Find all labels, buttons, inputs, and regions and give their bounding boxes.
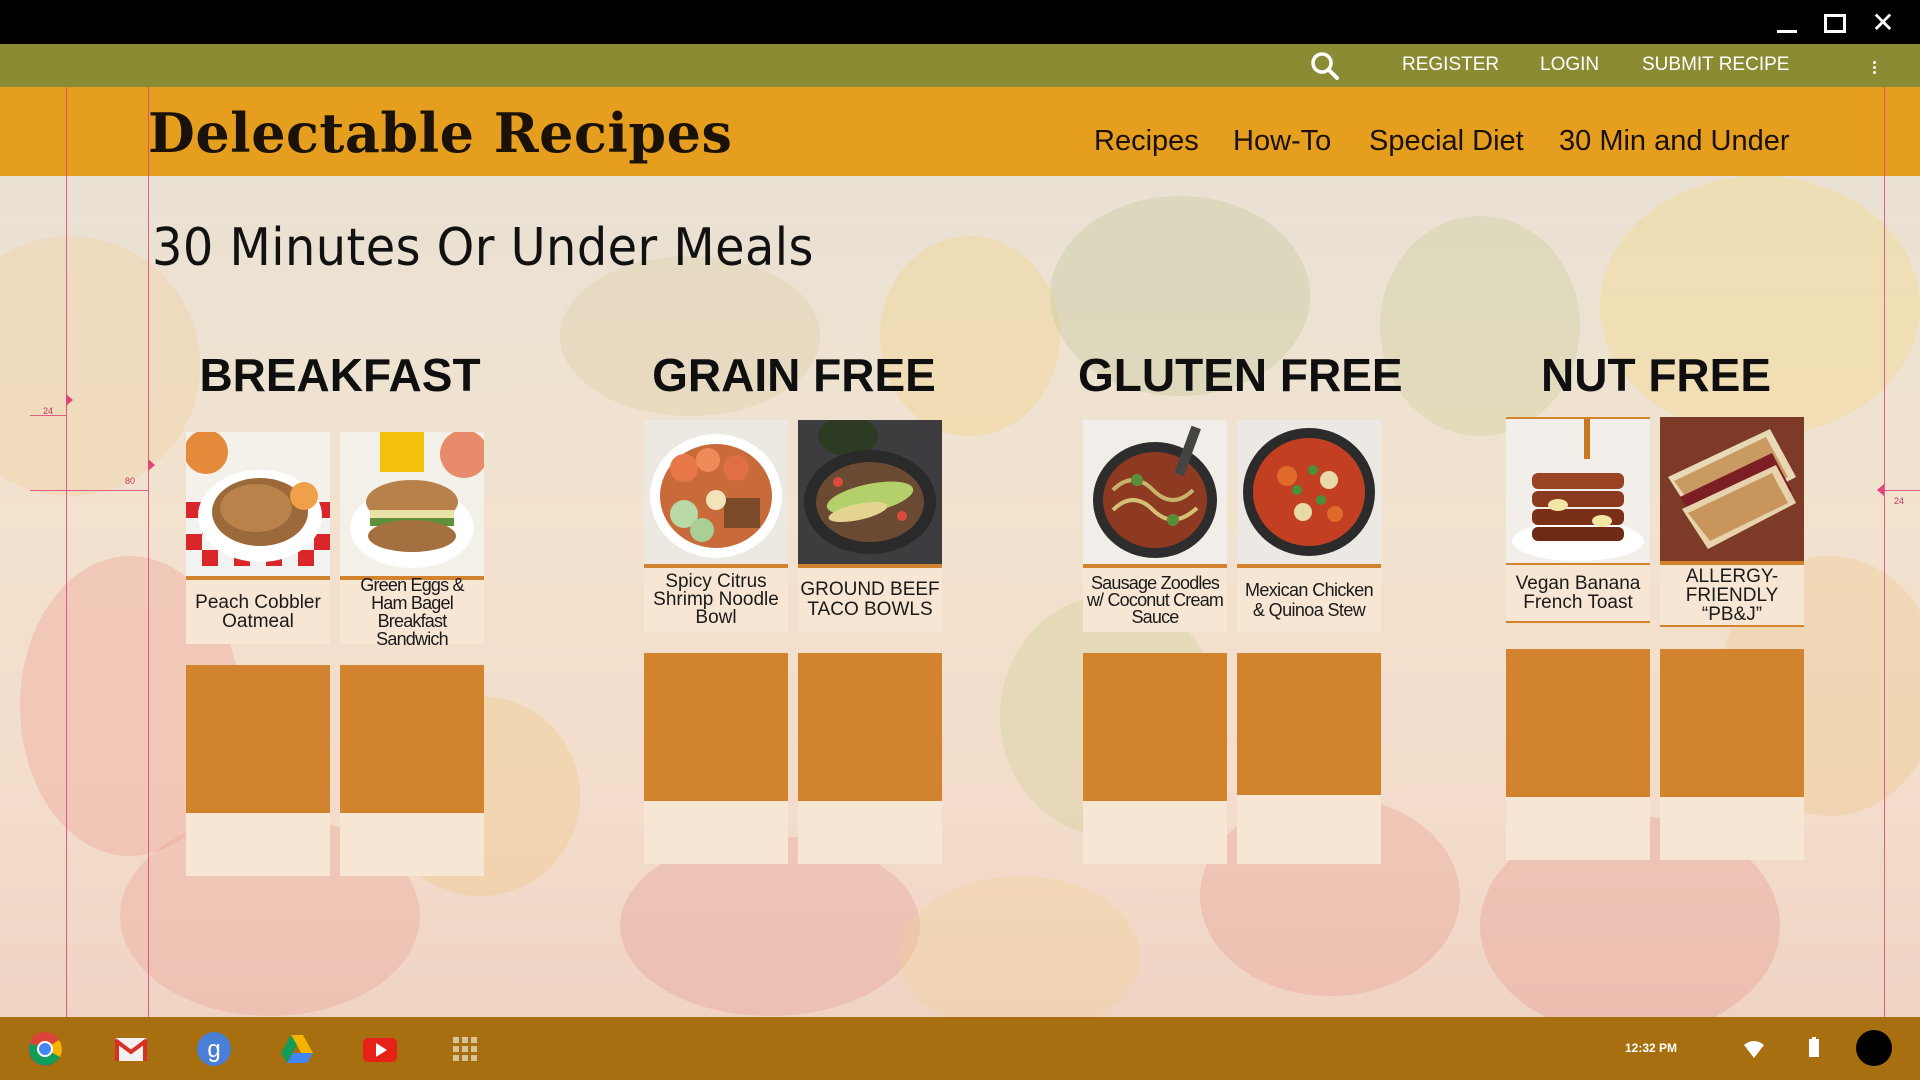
recipe-card[interactable]: Sausage Zoodles w/ Coconut Cream Sauce — [1083, 420, 1227, 632]
recipe-placeholder-image — [798, 653, 942, 801]
google-search-icon[interactable]: g — [196, 1031, 232, 1067]
recipe-image — [186, 432, 330, 580]
recipe-card[interactable]: GROUND BEEF TACO BOWLS — [798, 420, 942, 632]
recipe-label: Peach Cobbler Oatmeal — [186, 580, 330, 644]
guide-label: 24 — [1894, 496, 1905, 506]
window-titlebar: ✕ — [0, 0, 1920, 44]
recipe-placeholder-label — [1083, 801, 1227, 864]
more-vert-icon[interactable] — [1869, 56, 1879, 78]
recipe-placeholder-label — [798, 801, 942, 864]
recipe-placeholder-label — [644, 801, 788, 864]
guide-line — [30, 490, 148, 491]
page-title: 30 Minutes Or Under Meals — [152, 218, 814, 278]
nav-how-to[interactable]: How-To — [1233, 125, 1331, 158]
recipe-image — [1506, 417, 1650, 567]
category-heading-nut-free: NUT FREE — [1541, 349, 1771, 401]
recipe-card[interactable]: Mexican Chicken & Quinoa Stew — [1237, 420, 1381, 632]
utility-bar: REGISTER LOGIN SUBMIT RECIPE — [0, 44, 1920, 87]
submit-recipe-link[interactable]: SUBMIT RECIPE — [1642, 54, 1789, 76]
recipe-placeholder-label — [340, 813, 484, 876]
recipe-card[interactable]: Green Eggs & Ham Bagel Breakfast Sandwic… — [340, 432, 484, 648]
recipe-placeholder-label — [186, 813, 330, 876]
battery-icon[interactable] — [1809, 1037, 1819, 1057]
recipe-placeholder-label — [1660, 797, 1804, 860]
recipe-image — [1083, 420, 1227, 568]
guide-arrow — [66, 394, 73, 406]
guide-line — [1884, 490, 1920, 491]
recipe-label: Spicy Citrus Shrimp Noodle Bowl — [644, 568, 788, 632]
minimize-icon[interactable] — [1772, 8, 1802, 38]
recipe-card[interactable]: Spicy Citrus Shrimp Noodle Bowl — [644, 420, 788, 632]
recipe-placeholder-image — [186, 665, 330, 813]
login-link[interactable]: LOGIN — [1540, 54, 1599, 76]
gmail-icon[interactable] — [113, 1031, 149, 1067]
close-icon[interactable]: ✕ — [1868, 8, 1898, 38]
drive-icon[interactable] — [279, 1031, 315, 1067]
svg-text:g: g — [207, 1036, 220, 1063]
guide-line — [1884, 87, 1885, 1017]
search-icon[interactable] — [1310, 51, 1340, 81]
recipe-label: Vegan Banana French Toast — [1506, 565, 1650, 623]
recipe-placeholder-label — [1506, 797, 1650, 860]
app-launcher-icon[interactable] — [447, 1031, 483, 1067]
site-header: Delectable Recipes Recipes How-To Specia… — [0, 87, 1920, 176]
nav-recipes[interactable]: Recipes — [1094, 125, 1199, 158]
recipe-label: ALLERGY-FRIENDLY “PB&J” — [1660, 565, 1804, 627]
site-title[interactable]: Delectable Recipes — [148, 101, 732, 165]
recipe-image — [798, 420, 942, 568]
guide-label: 24 — [43, 406, 54, 416]
maximize-icon[interactable] — [1820, 8, 1850, 38]
guide-line — [148, 87, 149, 1017]
wifi-icon[interactable] — [1742, 1039, 1766, 1059]
recipe-label: Mexican Chicken & Quinoa Stew — [1237, 568, 1381, 632]
category-heading-grain-free: GRAIN FREE — [652, 349, 936, 401]
recipe-image — [1237, 420, 1381, 568]
guide-arrow — [1877, 484, 1884, 496]
nav-30-min-and-under[interactable]: 30 Min and Under — [1559, 125, 1790, 158]
category-heading-breakfast: BREAKFAST — [199, 349, 481, 401]
os-taskbar: g 12:32 PM — [0, 1017, 1920, 1080]
recipe-placeholder-image — [1083, 653, 1227, 801]
recipe-image — [1660, 417, 1804, 565]
guide-line — [66, 87, 67, 1017]
recipe-label: Green Eggs & Ham Bagel Breakfast Sandwic… — [340, 576, 484, 648]
nav-special-diet[interactable]: Special Diet — [1369, 125, 1524, 158]
recipe-label: Sausage Zoodles w/ Coconut Cream Sauce — [1083, 568, 1227, 632]
recipe-placeholder-image — [340, 665, 484, 813]
youtube-icon[interactable] — [362, 1031, 398, 1067]
account-avatar[interactable] — [1856, 1030, 1892, 1066]
register-link[interactable]: REGISTER — [1402, 54, 1499, 76]
guide-arrow — [148, 459, 155, 471]
recipe-card[interactable]: Peach Cobbler Oatmeal — [186, 432, 330, 644]
recipe-card[interactable]: ALLERGY-FRIENDLY “PB&J” — [1660, 417, 1804, 629]
clock[interactable]: 12:32 PM — [1625, 1041, 1677, 1055]
recipe-card[interactable]: Vegan Banana French Toast — [1506, 417, 1650, 629]
recipe-label: GROUND BEEF TACO BOWLS — [798, 568, 942, 632]
chrome-icon[interactable] — [27, 1031, 63, 1067]
category-heading-gluten-free: GLUTEN FREE — [1078, 349, 1403, 401]
recipe-placeholder-image — [644, 653, 788, 801]
recipe-placeholder-image — [1506, 649, 1650, 797]
recipe-image — [340, 432, 484, 580]
recipe-placeholder-image — [1237, 653, 1381, 795]
guide-label: 80 — [125, 476, 136, 486]
recipe-image — [644, 420, 788, 568]
recipe-placeholder-image — [1660, 649, 1804, 797]
recipe-placeholder-label — [1237, 795, 1381, 864]
